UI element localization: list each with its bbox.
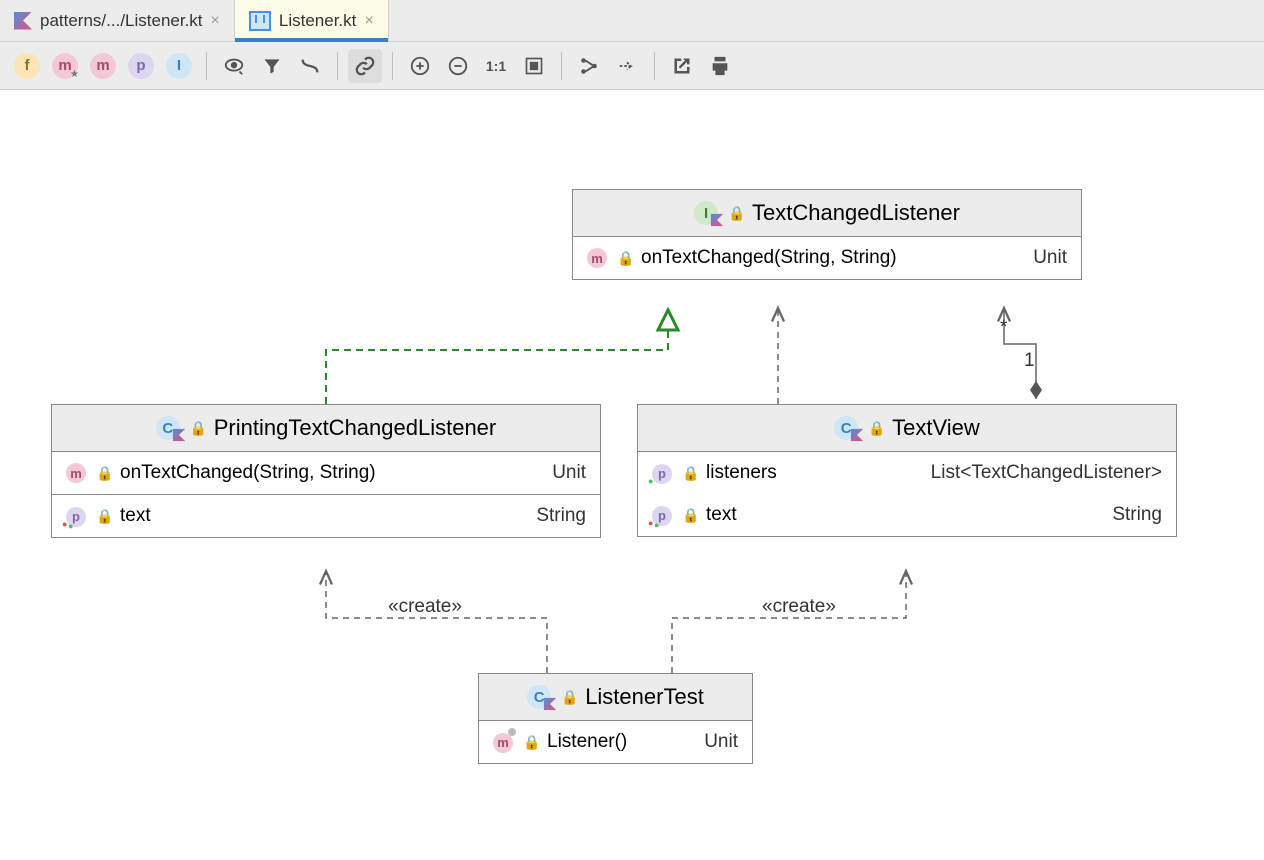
tab-label: Listener.kt bbox=[279, 11, 357, 31]
member-return: String bbox=[536, 505, 586, 527]
method-icon: m bbox=[587, 248, 607, 268]
member-row[interactable]: p● 🔒 listeners List<TextChangedListener> bbox=[638, 452, 1176, 494]
member-name: text bbox=[120, 505, 151, 527]
uml-class-listenertest[interactable]: C 🔒 ListenerTest m 🔒 Listener() Unit bbox=[478, 673, 753, 764]
lock-icon: 🔒 bbox=[96, 465, 110, 482]
member-name: text bbox=[706, 504, 737, 526]
visibility-button[interactable] bbox=[217, 49, 251, 83]
uml-class-textview[interactable]: C 🔒 TextView p● 🔒 listeners List<TextCha… bbox=[637, 404, 1177, 537]
class-name: TextView bbox=[892, 415, 980, 441]
member-row[interactable]: p●● 🔒 text String bbox=[52, 495, 600, 537]
member-return: String bbox=[1112, 504, 1162, 526]
tab-bar: patterns/.../Listener.kt × Listener.kt × bbox=[0, 0, 1264, 42]
link-button[interactable] bbox=[348, 49, 382, 83]
filter-properties-button[interactable]: p bbox=[124, 49, 158, 83]
method-icon: m bbox=[66, 463, 86, 483]
lock-icon: 🔒 bbox=[523, 734, 537, 751]
lock-icon: 🔒 bbox=[868, 420, 882, 437]
route-button[interactable] bbox=[610, 49, 644, 83]
filter-inner-classes-button[interactable]: I bbox=[162, 49, 196, 83]
class-header: C 🔒 TextView bbox=[638, 405, 1176, 452]
member-row[interactable]: p●● 🔒 text String bbox=[638, 494, 1176, 536]
layout-button[interactable] bbox=[572, 49, 606, 83]
lock-icon: 🔒 bbox=[728, 205, 742, 222]
member-row[interactable]: m 🔒 Listener() Unit bbox=[479, 721, 752, 763]
class-header: I 🔒 TextChangedListener bbox=[573, 190, 1081, 237]
class-name: ListenerTest bbox=[585, 684, 704, 710]
filter-button[interactable] bbox=[255, 49, 289, 83]
class-header: C 🔒 ListenerTest bbox=[479, 674, 752, 721]
zoom-actual-button[interactable]: 1:1 bbox=[479, 49, 513, 83]
tab-source-file[interactable]: patterns/.../Listener.kt × bbox=[0, 0, 235, 41]
class-name: PrintingTextChangedListener bbox=[214, 415, 497, 441]
uml-interface-textchangedlistener[interactable]: I 🔒 TextChangedListener m 🔒 onTextChange… bbox=[572, 189, 1082, 280]
member-name: onTextChanged(String, String) bbox=[641, 247, 897, 269]
export-button[interactable] bbox=[665, 49, 699, 83]
lock-icon: 🔒 bbox=[561, 689, 575, 706]
zoom-out-button[interactable] bbox=[441, 49, 475, 83]
lock-icon: 🔒 bbox=[682, 465, 696, 482]
filter-constructors-button[interactable]: m★ bbox=[48, 49, 82, 83]
zoom-in-button[interactable] bbox=[403, 49, 437, 83]
lock-icon: 🔒 bbox=[682, 507, 696, 524]
filter-methods-button[interactable]: m bbox=[86, 49, 120, 83]
kotlin-file-icon bbox=[14, 12, 32, 30]
stereotype-label: «create» bbox=[762, 596, 836, 617]
tab-label: patterns/.../Listener.kt bbox=[40, 11, 203, 31]
member-name: onTextChanged(String, String) bbox=[120, 462, 376, 484]
class-name: TextChangedListener bbox=[752, 200, 960, 226]
member-return: Unit bbox=[704, 731, 738, 753]
member-return: Unit bbox=[552, 462, 586, 484]
multiplicity-label: * bbox=[1000, 317, 1008, 338]
uml-class-printingtextchangedlistener[interactable]: C 🔒 PrintingTextChangedListener m 🔒 onTe… bbox=[51, 404, 601, 538]
property-icon: p bbox=[652, 464, 672, 484]
member-return: List<TextChangedListener> bbox=[931, 462, 1162, 484]
print-button[interactable] bbox=[703, 49, 737, 83]
class-header: C 🔒 PrintingTextChangedListener bbox=[52, 405, 600, 452]
lock-icon: 🔒 bbox=[96, 508, 110, 525]
multiplicity-label: 1 bbox=[1024, 350, 1035, 371]
stereotype-label: «create» bbox=[388, 596, 462, 617]
member-name: listeners bbox=[706, 462, 777, 484]
lock-icon: 🔒 bbox=[617, 250, 631, 267]
filter-fields-button[interactable]: f bbox=[10, 49, 44, 83]
uml-diagram-icon bbox=[249, 11, 271, 31]
close-icon[interactable]: × bbox=[211, 12, 220, 30]
member-row[interactable]: m 🔒 onTextChanged(String, String) Unit bbox=[52, 452, 600, 494]
lock-icon: 🔒 bbox=[190, 420, 204, 437]
tab-diagram[interactable]: Listener.kt × bbox=[235, 0, 389, 41]
diagram-toolbar: f m★ m p I 1:1 bbox=[0, 42, 1264, 90]
edge-mode-button[interactable] bbox=[293, 49, 327, 83]
member-row[interactable]: m 🔒 onTextChanged(String, String) Unit bbox=[573, 237, 1081, 279]
close-icon[interactable]: × bbox=[364, 12, 373, 30]
member-return: Unit bbox=[1033, 247, 1067, 269]
member-name: Listener() bbox=[547, 731, 627, 753]
fit-content-button[interactable] bbox=[517, 49, 551, 83]
diagram-canvas[interactable]: * 1 «create» «create» I 🔒 TextChangedLis… bbox=[0, 90, 1264, 860]
